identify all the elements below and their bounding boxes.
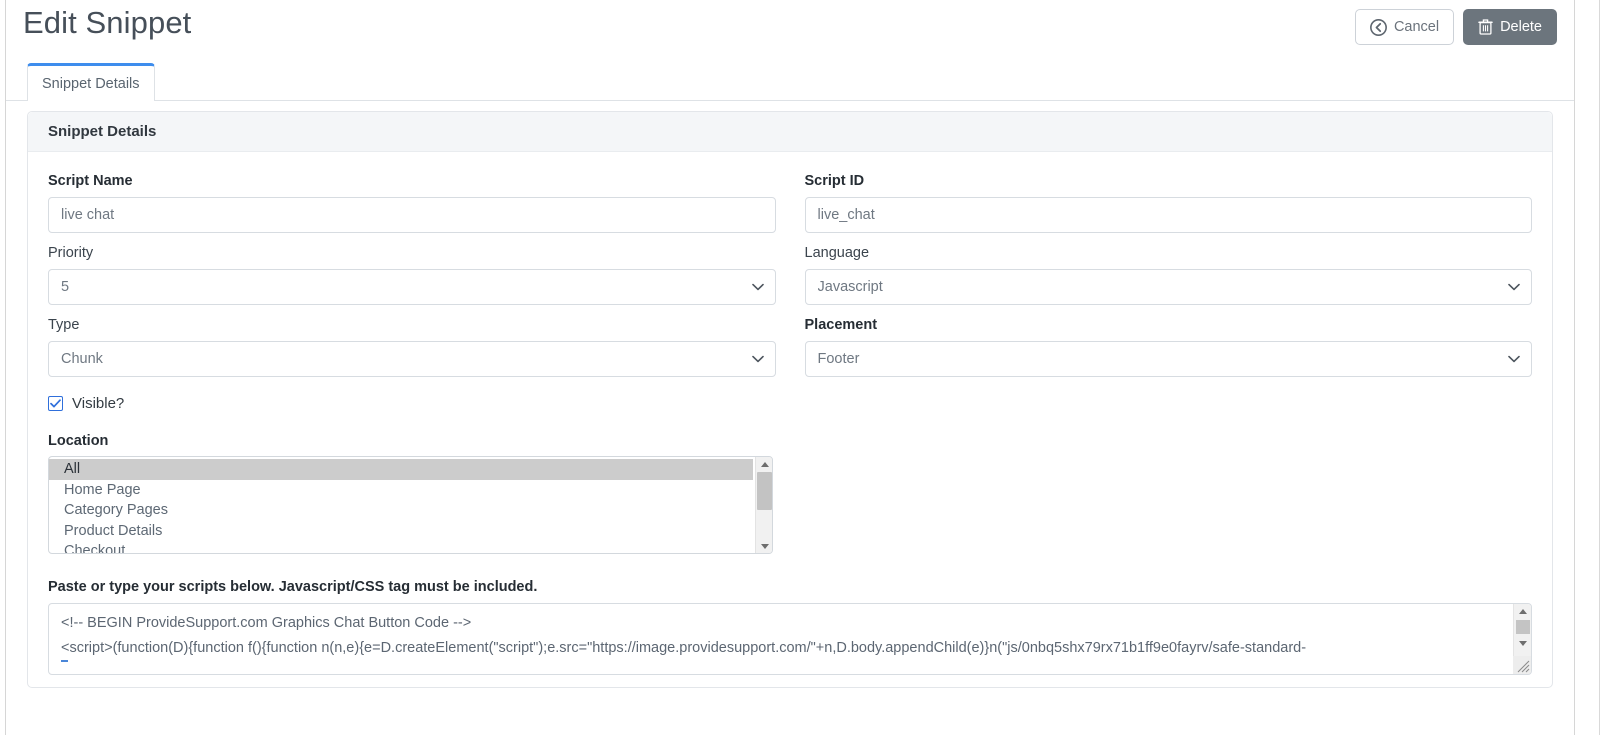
location-listbox-options: All Home Page Category Pages Product Det… xyxy=(49,459,753,553)
resize-grip[interactable] xyxy=(1513,656,1531,674)
cancel-button-label: Cancel xyxy=(1394,19,1439,35)
row-spacer-2 xyxy=(48,305,1532,316)
script-body-line-1: <!-- BEGIN ProvideSupport.com Graphics C… xyxy=(61,611,1511,636)
visible-checkbox[interactable] xyxy=(48,396,63,411)
delete-button[interactable]: Delete xyxy=(1463,9,1557,45)
location-label: Location xyxy=(48,433,1532,449)
scrollbar-thumb[interactable] xyxy=(757,472,772,510)
scroll-up-arrow-icon[interactable] xyxy=(756,457,773,471)
tab-snippet-details-label: Snippet Details xyxy=(42,76,140,92)
scroll-up-arrow-icon[interactable] xyxy=(1514,604,1532,619)
scrollbar-thumb[interactable] xyxy=(1516,620,1530,634)
placement-select-wrap: Footer xyxy=(805,341,1533,377)
script-body-textarea[interactable]: <!-- BEGIN ProvideSupport.com Graphics C… xyxy=(48,603,1532,675)
visible-checkbox-row[interactable]: Visible? xyxy=(48,395,1532,412)
edit-snippet-screen: Edit Snippet Cancel xyxy=(0,0,1600,735)
scroll-down-arrow-icon[interactable] xyxy=(1514,636,1532,651)
snippet-details-card: Snippet Details Script Name Script ID xyxy=(27,111,1553,688)
priority-select-wrap: 5 xyxy=(48,269,776,305)
location-option-product-details[interactable]: Product Details xyxy=(49,521,753,542)
language-label: Language xyxy=(805,244,1533,262)
form-row-1: Script Name Script ID xyxy=(48,172,1532,233)
priority-select[interactable]: 5 xyxy=(48,269,776,305)
tab-snippet-details[interactable]: Snippet Details xyxy=(27,63,155,101)
form-col-left-1: Script Name xyxy=(48,172,776,233)
trash-icon xyxy=(1478,19,1493,35)
tab-bar: Snippet Details xyxy=(6,57,1574,101)
placement-select[interactable]: Footer xyxy=(805,341,1533,377)
type-select-wrap: Chunk xyxy=(48,341,776,377)
arrow-circle-left-icon xyxy=(1370,19,1387,36)
text-cursor xyxy=(61,660,68,662)
language-select-wrap: Javascript xyxy=(805,269,1533,305)
language-select[interactable]: Javascript xyxy=(805,269,1533,305)
form-col-right-1: Script ID xyxy=(805,172,1533,233)
form-col-left-3: Type Chunk xyxy=(48,316,776,377)
location-option-home-page[interactable]: Home Page xyxy=(49,480,753,501)
delete-button-label: Delete xyxy=(1500,19,1542,35)
script-id-field: Script ID xyxy=(805,172,1533,233)
scroll-down-arrow-icon[interactable] xyxy=(756,539,773,553)
card-header: Snippet Details xyxy=(28,112,1552,152)
check-icon xyxy=(50,399,61,408)
header-actions: Cancel Delete xyxy=(1355,9,1557,45)
location-listbox-scrollbar[interactable] xyxy=(755,457,772,553)
placement-field: Placement Footer xyxy=(805,316,1533,377)
script-name-label: Script Name xyxy=(48,172,776,190)
type-select[interactable]: Chunk xyxy=(48,341,776,377)
page-title: Edit Snippet xyxy=(23,5,191,41)
script-body-label: Paste or type your scripts below. Javasc… xyxy=(48,579,1532,595)
placement-label: Placement xyxy=(805,316,1533,334)
language-field: Language Javascript xyxy=(805,244,1533,305)
form-row-2: Priority 5 Language xyxy=(48,244,1532,305)
script-id-input[interactable] xyxy=(805,197,1533,233)
priority-field: Priority 5 xyxy=(48,244,776,305)
form-row-3: Type Chunk Placement xyxy=(48,316,1532,377)
script-name-input[interactable] xyxy=(48,197,776,233)
type-field: Type Chunk xyxy=(48,316,776,377)
location-option-checkout[interactable]: Checkout xyxy=(49,541,753,553)
script-name-field: Script Name xyxy=(48,172,776,233)
form-col-left-2: Priority 5 xyxy=(48,244,776,305)
card-body: Script Name Script ID Priority xyxy=(28,152,1552,687)
type-label: Type xyxy=(48,316,776,334)
form-col-right-2: Language Javascript xyxy=(805,244,1533,305)
script-body-line-2: <script>(function(D){function f(){functi… xyxy=(61,636,1511,661)
script-id-label: Script ID xyxy=(805,172,1533,190)
card-header-title: Snippet Details xyxy=(48,123,156,140)
row-spacer-1 xyxy=(48,233,1532,244)
location-option-category-pages[interactable]: Category Pages xyxy=(49,500,753,521)
location-listbox[interactable]: All Home Page Category Pages Product Det… xyxy=(48,456,773,554)
cancel-button[interactable]: Cancel xyxy=(1355,9,1454,45)
visible-checkbox-label: Visible? xyxy=(72,395,124,412)
location-option-all[interactable]: All xyxy=(49,459,753,480)
script-body-content: <!-- BEGIN ProvideSupport.com Graphics C… xyxy=(49,611,1511,674)
priority-label: Priority xyxy=(48,244,776,262)
form-col-right-3: Placement Footer xyxy=(805,316,1533,377)
page-header: Edit Snippet Cancel xyxy=(6,0,1574,54)
script-body-scrollbar[interactable] xyxy=(1513,604,1531,674)
